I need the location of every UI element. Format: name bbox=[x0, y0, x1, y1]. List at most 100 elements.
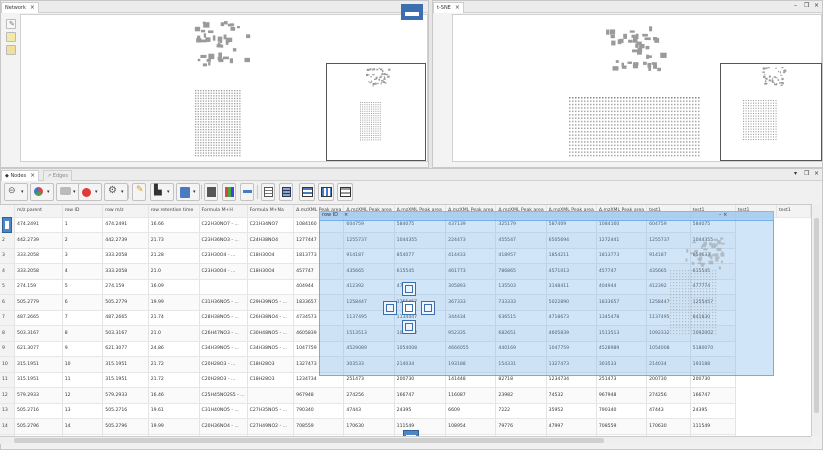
column-header[interactable]: row retention time bbox=[148, 205, 200, 218]
table-cell[interactable]: C27H49NO2 - ... bbox=[247, 418, 295, 435]
shape-color-button[interactable]: ▾ bbox=[78, 183, 102, 201]
table-cell[interactable]: 315.1951 bbox=[102, 372, 149, 388]
table-cell[interactable]: 5 bbox=[62, 279, 104, 295]
table-cell[interactable]: C34H39NO5 - ... bbox=[199, 341, 248, 357]
table-cell[interactable]: 21.73 bbox=[148, 232, 200, 249]
table-cell[interactable]: 315.1951 bbox=[102, 356, 149, 373]
table-cell[interactable]: 79776 bbox=[495, 418, 547, 435]
table-cell[interactable]: 3 bbox=[62, 248, 104, 264]
restore-icon[interactable]: ❐ bbox=[804, 2, 809, 9]
table-cell[interactable]: 967948 bbox=[596, 387, 648, 404]
lock-tool-icon[interactable] bbox=[6, 45, 16, 55]
close-window-icon[interactable]: × bbox=[814, 170, 819, 177]
table-cell[interactable]: 579.2933 bbox=[102, 387, 149, 404]
row-number[interactable]: 4 bbox=[0, 263, 15, 280]
table-cell[interactable]: 19.99 bbox=[148, 294, 200, 311]
row-number[interactable]: 14 bbox=[0, 418, 15, 435]
color-mapping-button[interactable]: ▾ bbox=[30, 183, 54, 201]
table-cell[interactable]: 13 bbox=[62, 403, 104, 419]
table-cell[interactable]: 621.3077 bbox=[102, 341, 149, 357]
pen-button[interactable]: ✎ bbox=[132, 183, 146, 201]
dock-target-right[interactable] bbox=[421, 301, 435, 315]
table-cell[interactable]: 19.61 bbox=[148, 403, 200, 419]
table-cell[interactable]: 474.2491 bbox=[102, 217, 149, 233]
table-cell[interactable]: 442.2739 bbox=[102, 232, 149, 249]
table-cell[interactable]: 274256 bbox=[343, 387, 395, 404]
close-icon[interactable]: × bbox=[30, 172, 35, 179]
table-cell[interactable]: 10 bbox=[62, 356, 104, 373]
table-cell[interactable]: 21.28 bbox=[148, 248, 200, 264]
row-number[interactable]: 3 bbox=[0, 248, 15, 264]
row-number[interactable]: 2 bbox=[0, 232, 15, 249]
dock-target-center[interactable] bbox=[402, 301, 416, 315]
table-cell[interactable]: 333.2058 bbox=[102, 248, 149, 264]
table-cell[interactable]: 24395 bbox=[690, 403, 736, 419]
table-cell[interactable]: 166747 bbox=[394, 387, 447, 404]
table-cell[interactable]: 333.2058 bbox=[102, 263, 149, 280]
tab-tsne[interactable]: t-SNE × bbox=[433, 2, 464, 13]
table-cell[interactable]: 274256 bbox=[646, 387, 691, 404]
table-cell[interactable]: C20H28O3 - ... bbox=[199, 372, 248, 388]
table-cell[interactable]: 35952 bbox=[546, 403, 597, 419]
table-cell[interactable]: C30H48NO5 - ... bbox=[247, 325, 295, 342]
table-cell[interactable]: 4 bbox=[62, 263, 104, 280]
column-header[interactable]: Formula M+H bbox=[199, 205, 248, 218]
horizontal-scrollbar[interactable] bbox=[0, 436, 811, 444]
table-cell[interactable]: 16.09 bbox=[148, 279, 200, 295]
table-cell[interactable] bbox=[247, 387, 295, 404]
dock-target-down[interactable] bbox=[402, 320, 416, 334]
table-cell[interactable]: 505.2716 bbox=[14, 403, 63, 419]
table-cell[interactable]: 505.2796 bbox=[102, 418, 149, 435]
table-cell[interactable]: C29H39NO5 - ... bbox=[247, 294, 295, 311]
table-cell[interactable]: 6 bbox=[62, 294, 104, 311]
table-blue-button[interactable] bbox=[279, 183, 293, 201]
table-cell[interactable]: 333.2058 bbox=[14, 248, 63, 264]
table-cell[interactable]: 474.2491 bbox=[14, 217, 63, 233]
table-view-button[interactable] bbox=[261, 183, 275, 201]
table-cell[interactable]: 24.86 bbox=[148, 341, 200, 357]
table-cell[interactable]: 19.99 bbox=[148, 418, 200, 435]
network-canvas[interactable] bbox=[20, 14, 428, 162]
table-cell[interactable]: 579.2933 bbox=[14, 387, 63, 404]
table-cell[interactable]: C34H38NO5 - ... bbox=[247, 341, 295, 357]
table-cell[interactable]: 315.1951 bbox=[14, 372, 63, 388]
table-cell[interactable]: C31H36NO5 - ... bbox=[199, 294, 248, 311]
comment-button[interactable]: ▾ bbox=[56, 183, 80, 201]
table-cell[interactable]: 487.2665 bbox=[102, 310, 149, 326]
table-cell[interactable]: C20H36NO4 - ... bbox=[199, 418, 248, 435]
table-cell[interactable]: 487.2665 bbox=[14, 310, 63, 326]
table-cell[interactable]: 111549 bbox=[690, 418, 736, 435]
table-cell[interactable]: 621.3077 bbox=[14, 341, 63, 357]
table-cell[interactable]: 166747 bbox=[690, 387, 736, 404]
table-cell[interactable]: C23H36NO3 - ... bbox=[199, 232, 248, 249]
table-row[interactable]: 12 579.2933 12 579.2933 16.46 C25H45NO2S5 - .… bbox=[0, 387, 811, 404]
table-cell[interactable]: 23982 bbox=[495, 387, 547, 404]
tsne-canvas[interactable] bbox=[452, 14, 822, 162]
row-number[interactable]: 5 bbox=[0, 279, 15, 295]
table-cell[interactable]: C21H34NO7 bbox=[247, 217, 295, 233]
table-cell[interactable] bbox=[199, 279, 248, 295]
table-cell[interactable] bbox=[247, 279, 295, 295]
merge-table-button[interactable] bbox=[337, 183, 353, 201]
row-number[interactable]: 13 bbox=[0, 403, 15, 419]
table-cell[interactable]: 111549 bbox=[394, 418, 447, 435]
table-cell[interactable]: C25H45NO2S5 - ... bbox=[199, 387, 248, 404]
close-icon[interactable]: × bbox=[723, 212, 727, 218]
table-cell[interactable]: 16.66 bbox=[148, 217, 200, 233]
table-cell[interactable]: 274.159 bbox=[102, 279, 149, 295]
dock-target-left[interactable] bbox=[383, 301, 397, 315]
table-cell[interactable]: 11 bbox=[62, 372, 104, 388]
columns-button[interactable] bbox=[299, 183, 315, 201]
minimize-icon[interactable]: – bbox=[719, 212, 722, 218]
close-window-icon[interactable]: × bbox=[814, 2, 819, 9]
table-cell[interactable]: 505.2779 bbox=[14, 294, 63, 311]
vertical-scrollbar[interactable] bbox=[811, 204, 821, 436]
table-cell[interactable]: C18H28O3 bbox=[247, 356, 295, 373]
table-cell[interactable]: C23H30O4 - ... bbox=[199, 263, 248, 280]
export-button[interactable]: ▾ bbox=[176, 183, 200, 201]
table-cell[interactable]: 21.74 bbox=[148, 310, 200, 326]
table-cell[interactable]: 21.72 bbox=[148, 356, 200, 373]
table-cell[interactable]: C18H30O4 bbox=[247, 263, 295, 280]
table-cell[interactable]: 116087 bbox=[445, 387, 497, 404]
close-icon[interactable]: × bbox=[344, 211, 348, 220]
